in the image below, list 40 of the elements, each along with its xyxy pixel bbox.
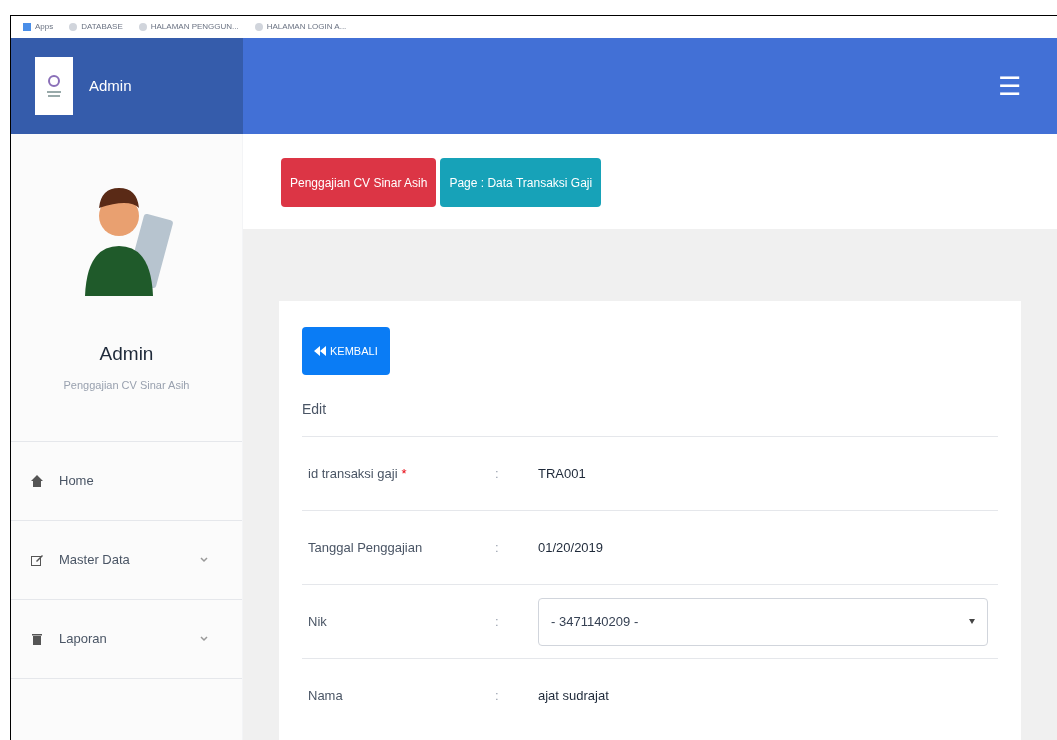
bookmark-link[interactable]: DATABASE (81, 21, 123, 33)
page-icon (254, 23, 263, 31)
bookmark-link[interactable]: Apps (35, 21, 54, 33)
double-left-icon (314, 346, 326, 356)
nik-select[interactable]: - 3471140209 - (538, 597, 988, 646)
back-button[interactable]: KEMBALI (302, 327, 390, 375)
home-icon (31, 475, 43, 487)
sidebar-item[interactable]: Master Data (11, 521, 242, 600)
separator-colon: : (495, 687, 499, 703)
section-title: Edit (302, 400, 328, 419)
breadcrumb-badge[interactable]: Page : Data Transaksi Gaji (440, 158, 602, 207)
required-mark: * (401, 464, 407, 483)
field-label: Nama (308, 686, 343, 705)
user-role: Penggajian CV Sinar Asih (63, 377, 190, 393)
apps-grid-icon (23, 23, 31, 31)
field-value: TRA001 (538, 464, 586, 483)
field-label: id transaksi gaji (308, 464, 398, 483)
chevron-down-icon (200, 636, 208, 642)
page-icon (69, 23, 78, 31)
brand-name: Admin (89, 75, 132, 96)
field-value: 01/20/2019 (538, 538, 604, 557)
edit-icon (31, 554, 43, 566)
page-icon (138, 23, 147, 31)
separator-colon: : (495, 613, 499, 629)
user-name: Admin (99, 342, 154, 366)
bookmark-link[interactable]: HALAMAN LOGIN A... (266, 21, 347, 33)
separator-colon: : (495, 465, 499, 481)
sidebar-item[interactable]: Laporan (11, 600, 242, 679)
field-label: Tanggal Penggajian (308, 538, 423, 557)
bookmark-link[interactable]: HALAMAN PENGGUN... (150, 21, 239, 33)
menu-toggle-button[interactable]: ☰ (998, 73, 1021, 99)
caret-icon (969, 619, 975, 624)
breadcrumb-badge[interactable]: Penggajian CV Sinar Asih (281, 158, 437, 207)
logo-icon (35, 57, 73, 115)
field-value: ajat sudrajat (538, 686, 609, 705)
chevron-down-icon (200, 557, 208, 563)
sidebar-item[interactable]: Home (11, 442, 242, 521)
separator-colon: : (495, 539, 499, 555)
field-label: Nik (308, 612, 327, 631)
trash-icon (31, 633, 43, 645)
